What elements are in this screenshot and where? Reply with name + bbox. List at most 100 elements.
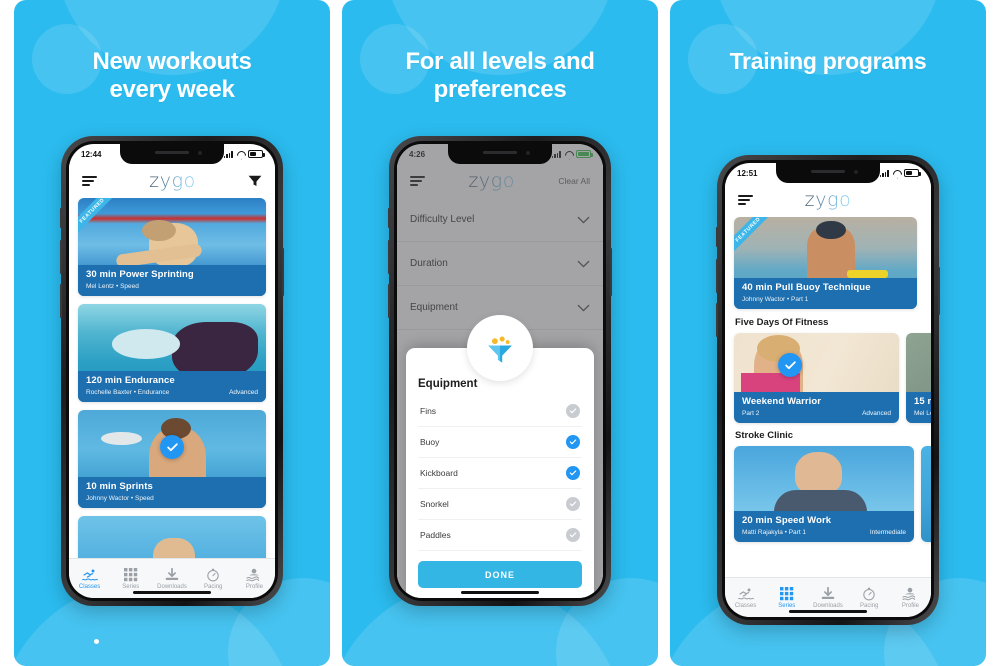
headline-line-1: Training programs: [729, 48, 927, 74]
card-subtitle: Mel Lentz • Speed: [86, 282, 139, 290]
cellular-signal-icon: [223, 150, 233, 158]
headline-line-2: every week: [109, 76, 235, 104]
featured-series-card[interactable]: FEATURED 40 min Pull Buoy Technique John…: [734, 217, 917, 309]
section-title: Stroke Clinic: [735, 430, 794, 441]
app-store-panel-2: For all levels and preferences 4:26: [342, 0, 658, 666]
tab-classes[interactable]: Classes: [69, 568, 110, 590]
app-header: zygo: [725, 183, 931, 217]
filter-funnel-badge: [467, 315, 533, 381]
class-card[interactable]: 10 min Sprints Johnny Wactor • Speed: [78, 410, 266, 508]
tab-label: Classes: [78, 583, 101, 590]
tab-label: Profile: [901, 602, 919, 609]
class-card[interactable]: 120 min Endurance Rochelle Baxter • Endu…: [78, 304, 266, 402]
tab-series[interactable]: Series: [766, 586, 807, 609]
equipment-option-kickboard[interactable]: Kickboard: [418, 458, 582, 489]
card-level: Advanced: [229, 389, 258, 396]
equipment-option-snorkel[interactable]: Snorkel: [418, 489, 582, 520]
zygo-logo: zygo: [804, 189, 852, 211]
option-label: Fins: [420, 406, 437, 416]
card-subtitle: Mel Lentz • Part 3: [914, 409, 931, 417]
card-title: 10 min Sprints: [86, 480, 153, 492]
hamburger-icon[interactable]: [738, 194, 753, 206]
checkmark-icon[interactable]: [566, 497, 580, 511]
tab-label: Classes: [734, 602, 757, 609]
card-level: Intermediate: [869, 529, 906, 536]
wifi-icon: [236, 151, 245, 158]
done-button[interactable]: DONE: [418, 561, 582, 588]
equipment-filter-sheet: Equipment Fins Buoy Kickboard Snorkel Pa…: [406, 315, 594, 598]
card-subtitle: Rochelle Baxter • Endurance: [86, 388, 170, 396]
option-label: Snorkel: [420, 499, 449, 509]
card-selected-check-icon: [160, 435, 184, 460]
profile-waves-icon: [246, 568, 260, 581]
card-meta: 40 min Pull Buoy Technique Johnny Wactor…: [734, 277, 917, 309]
panel-headline: New workouts every week: [14, 0, 330, 105]
card-subtitle: Johnny Wactor • Speed: [86, 494, 154, 502]
screenshot-gallery: New workouts every week 12:44 zygo FEATU…: [0, 0, 1000, 666]
series-card[interactable]: [921, 446, 931, 542]
phone-mockup-1: 12:44 zygo FEATURED 30 min Power Sprinti…: [60, 136, 284, 606]
option-label: Kickboard: [420, 468, 458, 478]
equipment-option-paddles[interactable]: Paddles: [418, 520, 582, 551]
grid-icon: [779, 586, 794, 600]
tab-label: Downloads: [813, 602, 843, 609]
headline-line-1: For all levels and: [405, 48, 595, 75]
card-title: 20 min Speed Work: [742, 514, 832, 526]
tab-downloads[interactable]: Downloads: [807, 586, 848, 609]
card-title: 40 min Pull Buoy Technique: [742, 281, 871, 293]
stopwatch-icon: [207, 568, 219, 581]
download-icon: [165, 567, 179, 580]
tab-profile[interactable]: Profile: [890, 587, 931, 609]
wifi-icon: [892, 170, 901, 177]
tab-pacing[interactable]: Pacing: [849, 587, 890, 609]
battery-icon: [248, 150, 265, 158]
card-title: 30 min Power Sprinting: [86, 268, 194, 280]
headline-line-2: preferences: [433, 76, 567, 104]
page-indicator-dot[interactable]: [94, 639, 99, 644]
series-list[interactable]: FEATURED 40 min Pull Buoy Technique John…: [725, 217, 931, 577]
tab-downloads[interactable]: Downloads: [151, 567, 192, 590]
phone-notch: [776, 163, 880, 183]
option-label: Buoy: [420, 437, 440, 447]
status-time: 12:44: [81, 149, 102, 159]
download-icon: [821, 586, 835, 599]
equipment-option-buoy[interactable]: Buoy: [418, 427, 582, 458]
app-header: zygo: [69, 164, 275, 198]
checkmark-icon[interactable]: [566, 528, 580, 542]
swimmer-icon: [737, 588, 754, 599]
tab-profile[interactable]: Profile: [234, 568, 275, 590]
series-card[interactable]: 20 min Speed Work Matti Rajakyla • Part …: [734, 446, 914, 542]
checkmark-icon[interactable]: [566, 404, 580, 418]
tab-pacing[interactable]: Pacing: [193, 568, 234, 590]
series-card[interactable]: Weekend Warrior Part 2 Advanced: [734, 333, 899, 423]
series-row[interactable]: Weekend Warrior Part 2 Advanced 15 Mel L: [725, 333, 931, 423]
class-card[interactable]: [78, 516, 266, 558]
tab-label: Series: [122, 583, 140, 590]
card-title: Weekend Warrior: [742, 395, 822, 407]
equipment-option-fins[interactable]: Fins: [418, 396, 582, 427]
class-card[interactable]: FEATURED 30 min Power Sprinting Mel Lent…: [78, 198, 266, 296]
tab-series[interactable]: Series: [110, 567, 151, 590]
tab-classes[interactable]: Classes: [725, 587, 766, 609]
tab-label: Series: [778, 602, 796, 609]
hamburger-icon[interactable]: [82, 175, 97, 187]
profile-waves-icon: [902, 587, 916, 600]
checkmark-icon[interactable]: [566, 466, 580, 480]
series-card[interactable]: 15 min Test Yo Mel Lentz • Part 3: [906, 333, 931, 423]
headline-line-1: New workouts: [92, 48, 252, 75]
tab-label: Pacing: [204, 583, 223, 590]
checkmark-icon[interactable]: [566, 435, 580, 449]
phone-mockup-2: 4:26 zygo Clear All: [388, 136, 612, 606]
stopwatch-icon: [863, 587, 875, 600]
zygo-logo: zygo: [149, 170, 196, 192]
card-meta: 10 min Sprints Johnny Wactor • Speed: [78, 476, 266, 508]
home-indicator: [133, 591, 211, 594]
panel-headline: Training programs: [670, 0, 986, 75]
card-meta: 30 min Power Sprinting Mel Lentz • Speed: [78, 264, 266, 296]
series-row[interactable]: 20 min Speed Work Matti Rajakyla • Part …: [725, 446, 931, 542]
grid-icon: [123, 567, 138, 581]
tab-label: Downloads: [157, 583, 187, 590]
section-title: Five Days Of Fitness: [735, 317, 829, 328]
class-list[interactable]: FEATURED 30 min Power Sprinting Mel Lent…: [69, 198, 275, 558]
filter-funnel-icon[interactable]: [248, 175, 262, 187]
